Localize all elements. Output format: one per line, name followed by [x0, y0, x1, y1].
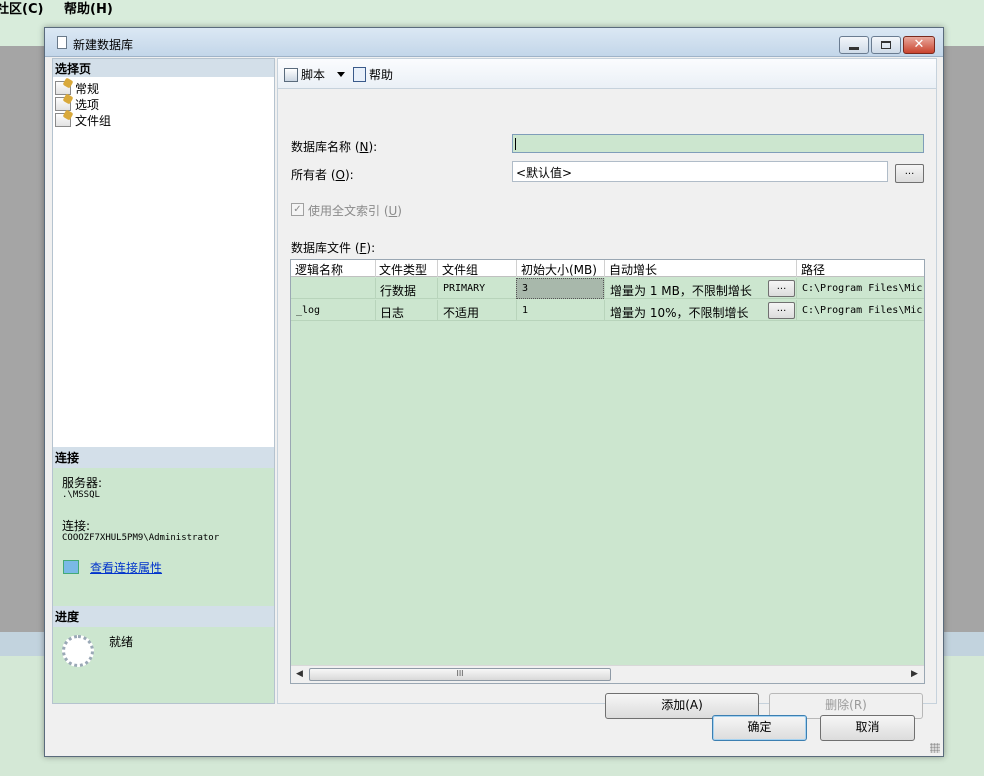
connection-value: COOOZF7XHUL5PM9\Administrator [62, 533, 220, 543]
database-name-input[interactable] [512, 134, 924, 153]
col-initial-size[interactable]: 初始大小(MB) [521, 261, 597, 278]
cell-autogrowth[interactable]: 增量为 10%，不限制增长 [610, 304, 749, 321]
page-icon [55, 97, 71, 111]
script-icon [284, 67, 298, 82]
grid-header: 逻辑名称 文件类型 文件组 初始大小(MB) 自动增长 路径 [291, 260, 924, 277]
page-icon [55, 81, 71, 95]
table-row[interactable]: 行数据 PRIMARY 3 增量为 1 MB，不限制增长 ... C:\Prog… [291, 278, 924, 299]
page-icon [55, 113, 71, 127]
view-connection-properties-link[interactable]: 查看连接属性 [90, 559, 162, 576]
ok-button[interactable]: 确定 [712, 715, 807, 741]
cell-filegroup[interactable]: PRIMARY [443, 283, 485, 294]
page-item-filegroups[interactable]: 文件组 [55, 112, 111, 128]
autogrowth-edit-button[interactable]: ... [768, 280, 795, 297]
fulltext-label: 使用全文索引 (U) [308, 204, 402, 218]
scroll-thumb[interactable]: III [309, 668, 611, 681]
text-caret [515, 138, 516, 150]
progress-status: 就绪 [109, 635, 134, 649]
col-file-type[interactable]: 文件类型 [379, 261, 427, 278]
minimize-icon [849, 46, 859, 50]
resize-grip[interactable] [930, 743, 940, 753]
db-name-label: 数据库名称 (N): [291, 140, 378, 154]
owner-input[interactable]: <默认值> [512, 161, 888, 182]
script-button[interactable]: 脚本 [284, 66, 325, 83]
cell-initial-size[interactable]: 3 [522, 283, 528, 294]
col-path[interactable]: 路径 [801, 261, 825, 278]
maximize-icon [881, 41, 891, 49]
table-row[interactable]: _log 日志 不适用 1 增量为 10%，不限制增长 ... C:\Progr… [291, 300, 924, 321]
close-icon: ✕ [913, 37, 925, 52]
connection-label: 连接: [62, 519, 91, 533]
cell-path[interactable]: C:\Program Files\Mic [802, 305, 922, 316]
col-logical-name[interactable]: 逻辑名称 [295, 261, 343, 278]
db-files-label: 数据库文件 (F): [291, 241, 376, 255]
help-label: 帮助 [369, 68, 394, 82]
title-bar[interactable]: 新建数据库 ✕ [45, 28, 943, 57]
help-button[interactable]: 帮助 [353, 66, 393, 83]
window-title: 新建数据库 [73, 38, 134, 52]
minimize-button[interactable] [839, 36, 869, 54]
server-label: 服务器: [62, 476, 103, 490]
cell-path[interactable]: C:\Program Files\Mic [802, 283, 922, 294]
script-label: 脚本 [301, 68, 326, 82]
cancel-button[interactable]: 取消 [820, 715, 915, 741]
col-autogrowth[interactable]: 自动增长 [609, 261, 657, 278]
horizontal-scrollbar[interactable]: ◀ III ▶ [291, 665, 924, 683]
connection-header: 连接 [53, 447, 274, 468]
scroll-right-icon[interactable]: ▶ [911, 669, 918, 679]
progress-header: 进度 [53, 606, 274, 627]
cell-initial-size[interactable]: 1 [522, 305, 528, 316]
script-dropdown-icon[interactable] [337, 72, 345, 77]
database-files-grid[interactable]: 逻辑名称 文件类型 文件组 初始大小(MB) 自动增长 路径 行数据 PRIMA… [290, 259, 925, 684]
page-item-options[interactable]: 选项 [55, 96, 99, 112]
col-filegroup[interactable]: 文件组 [442, 261, 478, 278]
new-database-dialog: 新建数据库 ✕ 选择页 常规 选项 文件组 连接 服务器: .\MSSQL 连接… [44, 27, 944, 757]
server-value: .\MSSQL [62, 490, 100, 500]
page-item-label: 文件组 [75, 113, 112, 128]
page-item-general[interactable]: 常规 [55, 80, 99, 96]
progress-panel: 就绪 [53, 627, 274, 703]
page-item-label: 选项 [75, 97, 100, 112]
close-button[interactable]: ✕ [903, 36, 935, 54]
help-icon [353, 67, 366, 82]
selected-cell [516, 278, 604, 299]
connection-properties-icon [63, 560, 79, 574]
cell-autogrowth[interactable]: 增量为 1 MB，不限制增长 [610, 282, 752, 299]
page-item-label: 常规 [75, 81, 100, 96]
left-pane: 选择页 常规 选项 文件组 连接 服务器: .\MSSQL 连接: COOOZF… [52, 58, 275, 704]
database-icon [57, 36, 67, 49]
cell-file-type[interactable]: 行数据 [380, 282, 416, 299]
toolbar: 脚本 帮助 [278, 59, 936, 89]
cell-file-type[interactable]: 日志 [380, 304, 404, 321]
connection-panel: 服务器: .\MSSQL 连接: COOOZF7XHUL5PM9\Adminis… [53, 468, 274, 606]
cell-logical-name[interactable]: _log [296, 305, 320, 316]
select-page-header: 选择页 [53, 59, 274, 77]
progress-icon [62, 635, 94, 667]
owner-browse-button[interactable]: ... [895, 164, 924, 183]
cell-filegroup[interactable]: 不适用 [443, 304, 479, 321]
fulltext-checkbox[interactable]: ✓ [291, 203, 304, 216]
right-pane: 脚本 帮助 数据库名称 (N): 所有者 (O): <默认值> ... ✓ 使用… [277, 58, 937, 719]
owner-label: 所有者 (O): [291, 168, 354, 182]
scroll-left-icon[interactable]: ◀ [296, 669, 303, 679]
menu-community[interactable]: 社区(C) [0, 0, 43, 17]
autogrowth-edit-button[interactable]: ... [768, 302, 795, 319]
menu-help[interactable]: 帮助(H) [64, 0, 113, 17]
maximize-button[interactable] [871, 36, 901, 54]
